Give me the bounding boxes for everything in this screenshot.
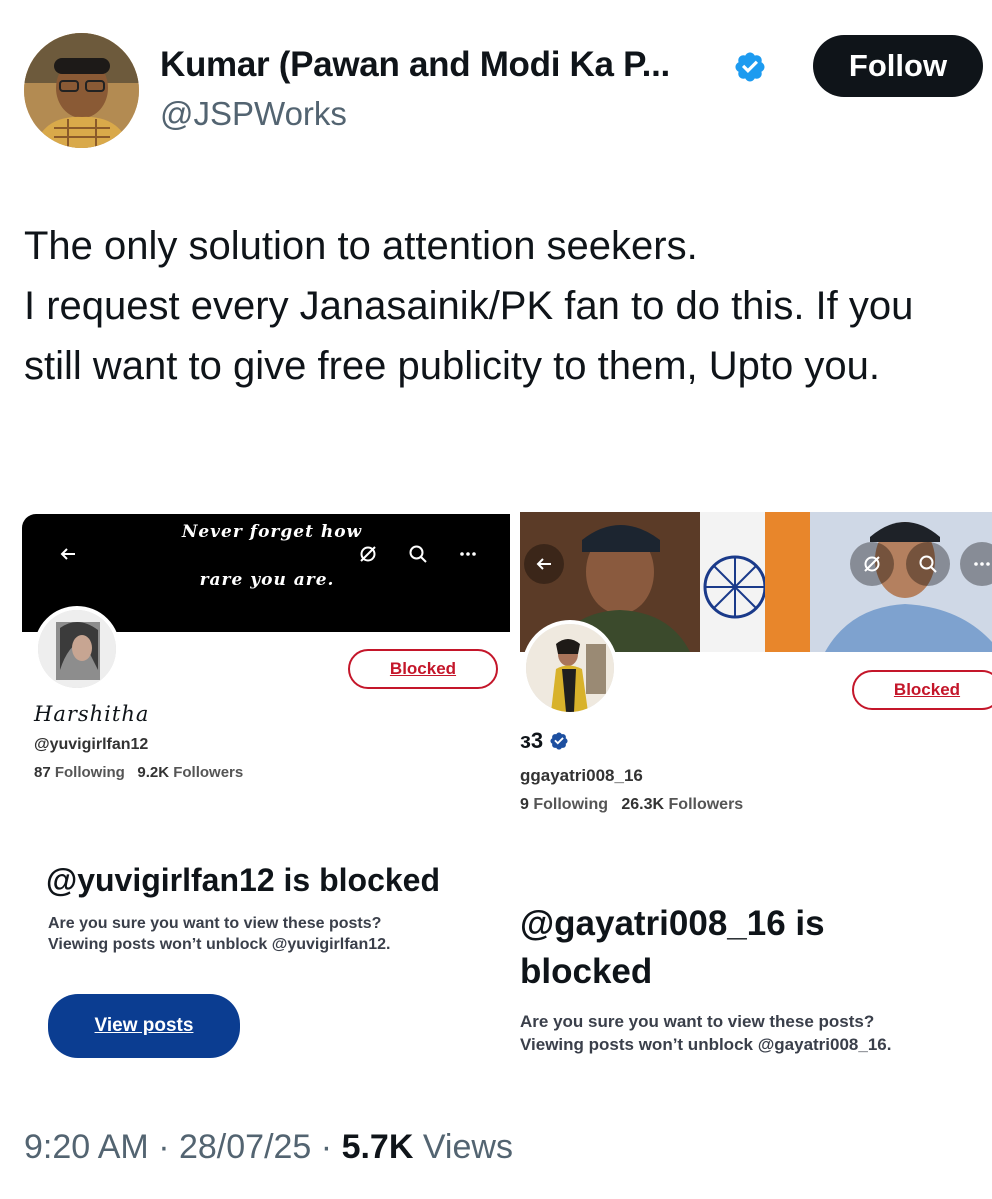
- separator-dot: ·: [158, 1128, 170, 1166]
- tweet-meta: 9:20 AM · 28/07/25 · 5.7K Views: [24, 1128, 513, 1167]
- verified-badge-icon: [735, 52, 765, 82]
- blocked-subtitle-line2: Viewing posts won’t unblock @gayatri008_…: [520, 1035, 892, 1054]
- views-count: 5.7K: [341, 1128, 414, 1166]
- search-icon: [400, 536, 436, 572]
- blocked-button: Blocked: [852, 670, 992, 710]
- profile-handle: @yuvigirlfan12: [34, 736, 149, 753]
- following-label: Following: [54, 764, 125, 781]
- following-count: 9: [520, 796, 529, 813]
- following-label: Following: [533, 796, 609, 813]
- blocked-subtitle-line1: Are you sure you want to view these post…: [48, 915, 382, 932]
- verified-badge-icon: [550, 732, 568, 750]
- grok-icon: [350, 536, 386, 572]
- author-avatar[interactable]: [24, 33, 139, 148]
- profile-avatar: [34, 606, 120, 692]
- followers-label: Followers: [173, 764, 244, 781]
- banner-quote-line1: Never forget how: [181, 522, 363, 542]
- profile-name-row: ɜ3: [520, 728, 569, 754]
- author-name[interactable]: Kumar (Pawan and Modi Ka P...: [160, 45, 670, 85]
- blocked-subtitle-line1: Are you sure you want to view these post…: [520, 1012, 875, 1031]
- media-image-right[interactable]: Blocked ɜ3 ɡgayatri008_16 9 Following 26…: [520, 512, 992, 1087]
- profile-handle: ɡgayatri008_16: [520, 766, 643, 785]
- blocked-title: @yuvigirlfan12 is blocked: [46, 862, 440, 898]
- author-handle[interactable]: @JSPWorks: [160, 95, 347, 133]
- grok-icon: [850, 542, 894, 586]
- profile-stats: 87 Following 9.2K Followers: [34, 764, 243, 781]
- tweet-text: The only solution to attention seekers. …: [24, 224, 914, 388]
- tweet-media[interactable]: Never forget how rare you are. Blocked H…: [22, 512, 992, 1087]
- back-arrow-icon: [524, 544, 564, 584]
- blocked-title-line1: @gayatri008_16 is: [520, 904, 825, 943]
- view-posts-button: View posts: [48, 994, 240, 1058]
- profile-display-name: Harshitha: [34, 702, 150, 726]
- banner-quote-line2: rare you are.: [199, 570, 335, 590]
- tweet-date[interactable]: 28/07/25: [179, 1128, 311, 1166]
- followers-label: Followers: [668, 796, 744, 813]
- blocked-button: Blocked: [348, 649, 498, 689]
- blocked-title-line2: blocked: [520, 952, 653, 991]
- author-photo: [24, 33, 139, 148]
- profile-stats: 9 Following 26.3K Followers: [520, 796, 743, 814]
- following-count: 87: [34, 764, 51, 781]
- views-label: Views: [422, 1128, 513, 1166]
- followers-count: 9.2K: [137, 764, 170, 781]
- more-icon: [450, 536, 486, 572]
- media-image-left[interactable]: Never forget how rare you are. Blocked H…: [22, 512, 512, 1087]
- search-icon: [906, 542, 950, 586]
- tweet-time[interactable]: 9:20 AM: [24, 1128, 149, 1166]
- followers-count: 26.3K: [621, 796, 665, 813]
- back-arrow-icon: [50, 536, 86, 572]
- profile-avatar: [522, 620, 618, 716]
- follow-button[interactable]: Follow: [813, 35, 983, 97]
- blocked-subtitle-line2: Viewing posts won’t unblock @yuvigirlfan…: [48, 936, 391, 953]
- profile-display-name: ɜ3: [520, 728, 544, 753]
- separator-dot: ·: [320, 1128, 333, 1166]
